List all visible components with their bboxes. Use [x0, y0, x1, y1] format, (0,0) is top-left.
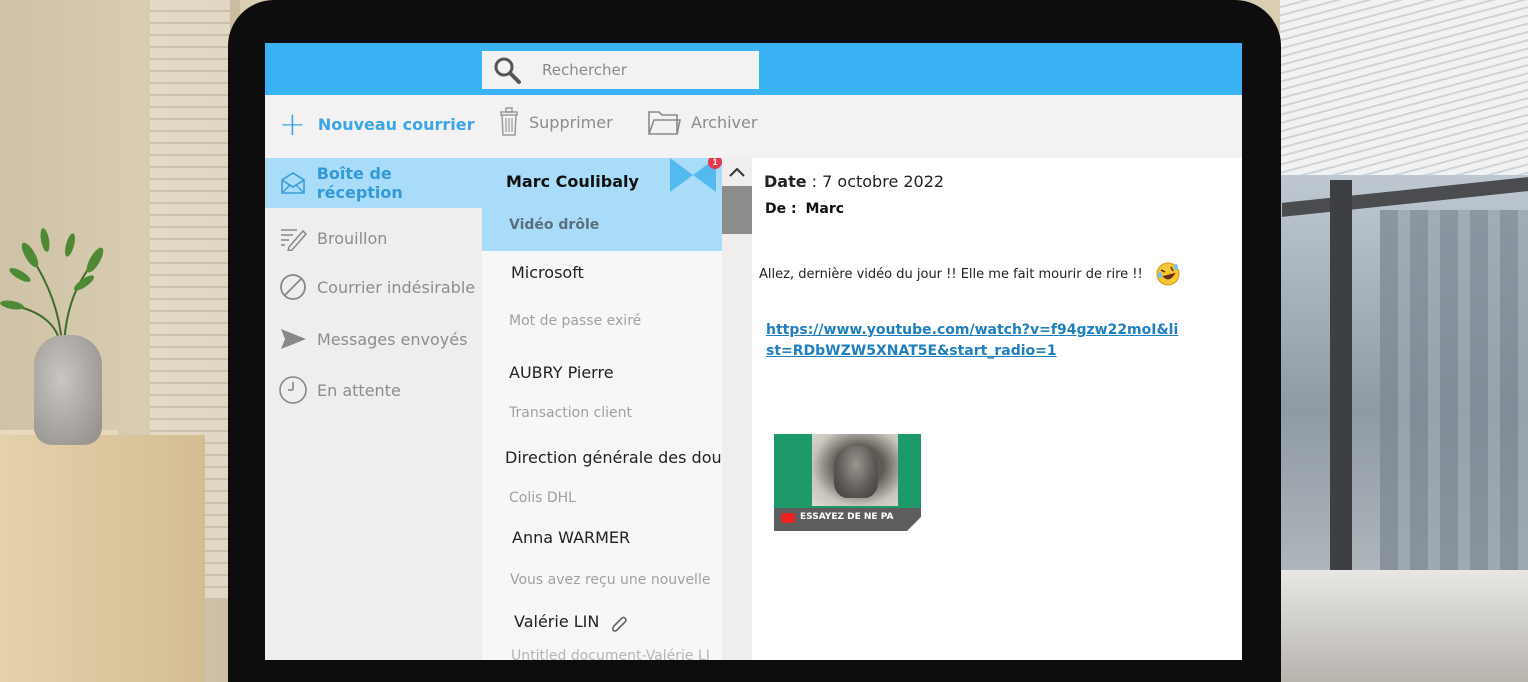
list-item-aubry-pierre[interactable]: AUBRY Pierre Transaction client: [482, 343, 722, 428]
toolbar: + Nouveau courrier Supprimer Archiver: [265, 95, 1242, 158]
message-from: De : Marc: [765, 201, 844, 217]
sidebar-item-label: En attente: [317, 380, 401, 400]
reading-pane: Date : 7 octobre 2022 De : Marc Allez, d…: [752, 158, 1242, 660]
rolling-on-floor-laughing-emoji: [1156, 262, 1180, 286]
message-sender: Valérie LIN: [514, 612, 600, 631]
delete-button[interactable]: Supprimer: [499, 107, 613, 137]
inbox-envelope-icon: [277, 167, 309, 199]
list-item-direction-generale[interactable]: Direction générale des dou Colis DHL: [482, 428, 722, 513]
list-item-marc-coulibaly[interactable]: Marc Coulibaly Vidéo drôle 1: [482, 158, 722, 251]
cat-image: [834, 446, 878, 498]
unread-count-badge: 1: [708, 158, 722, 169]
message-subject: Vidéo drôle: [509, 217, 600, 233]
message-body: Allez, dernière vidéo du jour !! Elle me…: [759, 261, 1181, 287]
youtube-link[interactable]: https://www.youtube.com/watch?v=f94gzw22…: [766, 320, 1186, 362]
clock-icon: [277, 374, 309, 406]
sidebar: Boîte de réception Brouillon Courrier in…: [265, 158, 482, 660]
new-mail-label: Nouveau courrier: [317, 114, 475, 134]
sidebar-item-inbox[interactable]: Boîte de réception: [265, 158, 482, 208]
background-plant: [0, 228, 104, 345]
video-thumbnail-title: ESSAYEZ DE NE PA: [800, 512, 894, 522]
message-sender: Anna WARMER: [512, 528, 631, 547]
trash-icon: [500, 107, 518, 136]
list-item-microsoft[interactable]: Microsoft Mot de passe exiré: [482, 251, 722, 343]
video-thumbnail-corner: [907, 517, 921, 531]
plus-icon: +: [279, 105, 306, 143]
message-list-scrollbar[interactable]: [722, 158, 752, 660]
archive-button[interactable]: Archiver: [647, 107, 757, 137]
message-subject: Untitled document-Valérie LI: [511, 648, 710, 660]
send-icon: [277, 323, 309, 355]
list-item-anna-warmer[interactable]: Anna WARMER Vous avez reçu une nouvelle: [482, 513, 722, 598]
message-date: Date : 7 octobre 2022: [764, 172, 944, 191]
background-vase: [34, 335, 102, 445]
scroll-thumb[interactable]: [722, 186, 752, 234]
search-box[interactable]: [482, 51, 759, 89]
sidebar-item-drafts[interactable]: Brouillon: [265, 213, 482, 263]
new-mail-button[interactable]: + Nouveau courrier: [279, 105, 475, 143]
blocked-icon: [277, 271, 309, 303]
sidebar-item-sent[interactable]: Messages envoyés: [265, 314, 482, 364]
from-label: De :: [765, 201, 797, 217]
search-icon[interactable]: [492, 55, 522, 85]
message-sender: Direction générale des dou: [505, 448, 722, 467]
message-subject: Mot de passe exiré: [509, 313, 642, 329]
background-floor: [1280, 570, 1528, 682]
sidebar-item-spam[interactable]: Courrier indésirable: [265, 262, 482, 312]
draft-pen-icon: [277, 222, 309, 254]
youtube-play-icon: [781, 513, 795, 523]
message-subject: Transaction client: [509, 405, 632, 421]
message-subject: Colis DHL: [509, 490, 576, 506]
chevron-up-icon: [729, 167, 745, 177]
video-thumbnail[interactable]: ESSAYEZ DE NE PA: [774, 434, 921, 531]
folder-icon: [648, 111, 681, 135]
sidebar-item-label: Brouillon: [317, 228, 388, 248]
archive-label: Archiver: [691, 112, 758, 132]
delete-label: Supprimer: [529, 112, 613, 132]
paperclip-icon: [611, 616, 627, 632]
scroll-up-button[interactable]: [722, 158, 752, 186]
top-bar: [265, 43, 1242, 95]
message-sender: AUBRY Pierre: [509, 363, 614, 382]
mail-app-window: + Nouveau courrier Supprimer Archiver: [265, 43, 1242, 660]
background-window-mullion: [1330, 180, 1352, 600]
date-value: : 7 octobre 2022: [806, 172, 945, 191]
from-value: Marc: [805, 201, 845, 217]
background-city: [1380, 210, 1528, 590]
message-body-text: Allez, dernière vidéo du jour !! Elle me…: [759, 266, 1143, 282]
date-label: Date: [764, 172, 807, 191]
list-item-valerie-lin[interactable]: Valérie LIN Untitled document-Valérie LI: [482, 598, 722, 660]
sidebar-item-label: Courrier indésirable: [317, 277, 476, 297]
message-sender: Marc Coulibaly: [506, 172, 639, 191]
sidebar-item-pending[interactable]: En attente: [265, 365, 482, 415]
sidebar-item-label: Messages envoyés: [317, 329, 468, 349]
sidebar-item-label: Boîte de réception: [316, 164, 403, 202]
search-input[interactable]: [542, 61, 742, 79]
background-window-blinds: [1280, 0, 1528, 175]
background-cabinet: [0, 435, 205, 682]
message-sender: Microsoft: [511, 263, 584, 282]
message-list: Marc Coulibaly Vidéo drôle 1 Microsoft M…: [482, 158, 722, 660]
message-subject: Vous avez reçu une nouvelle: [510, 572, 711, 588]
